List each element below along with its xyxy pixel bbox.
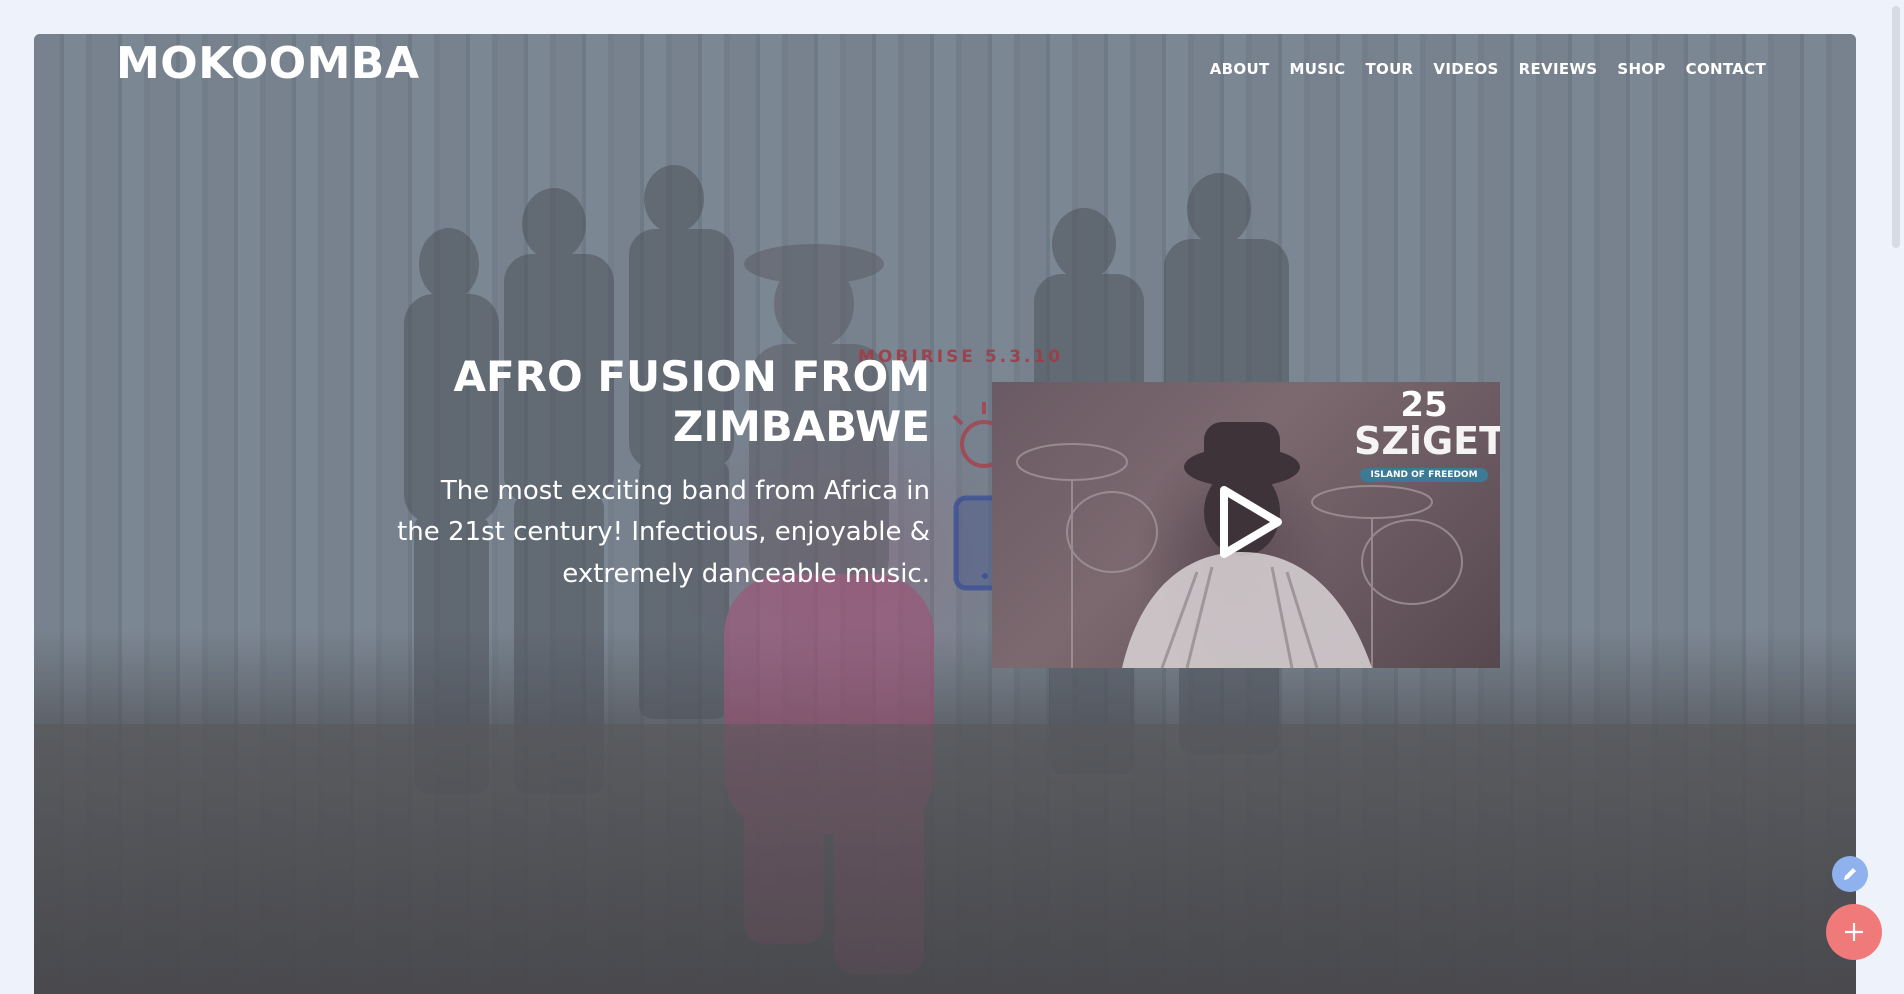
sziget-festival-badge: 25 SZiGET ISLAND OF FREEDOM bbox=[1354, 385, 1500, 506]
pencil-glyph bbox=[1844, 868, 1856, 880]
scrollbar-thumb[interactable] bbox=[1892, 6, 1900, 248]
video-thumbnail[interactable]: 25 SZiGET ISLAND OF FREEDOM bbox=[992, 382, 1500, 668]
nav-item-reviews[interactable]: REVIEWS bbox=[1519, 60, 1598, 78]
nav-item-videos[interactable]: VIDEOS bbox=[1433, 60, 1498, 78]
hero-subtitle: The most exciting band from Africa in th… bbox=[397, 475, 930, 589]
play-icon[interactable] bbox=[1206, 482, 1286, 562]
nav-item-music[interactable]: MUSIC bbox=[1289, 60, 1345, 78]
nav-item-contact[interactable]: CONTACT bbox=[1686, 60, 1766, 78]
hero-title: AFRO FUSION FROM ZIMBABWE bbox=[453, 352, 930, 452]
brand-logo[interactable]: MOKOOMBA bbox=[116, 42, 420, 86]
sziget-ribbon: ISLAND OF FREEDOM bbox=[1360, 467, 1488, 482]
page-frame: MOKOOMBA ABOUT MUSIC TOUR VIDEOS REVIEWS… bbox=[34, 34, 1856, 994]
sziget-wordmark: SZiGET bbox=[1354, 419, 1500, 463]
nav-item-about[interactable]: ABOUT bbox=[1210, 60, 1270, 78]
plus-icon[interactable] bbox=[1826, 904, 1882, 960]
pencil-icon[interactable] bbox=[1832, 856, 1868, 892]
nav-item-shop[interactable]: SHOP bbox=[1617, 60, 1665, 78]
plus-glyph bbox=[1845, 923, 1863, 941]
sziget-number: 25 bbox=[1400, 385, 1448, 425]
nav-item-tour[interactable]: TOUR bbox=[1365, 60, 1413, 78]
hero-text-block: AFRO FUSION FROM ZIMBABWE The most excit… bbox=[390, 352, 930, 596]
main-nav: ABOUT MUSIC TOUR VIDEOS REVIEWS SHOP CON… bbox=[1210, 60, 1766, 78]
vertical-scrollbar[interactable] bbox=[1888, 0, 1904, 981]
